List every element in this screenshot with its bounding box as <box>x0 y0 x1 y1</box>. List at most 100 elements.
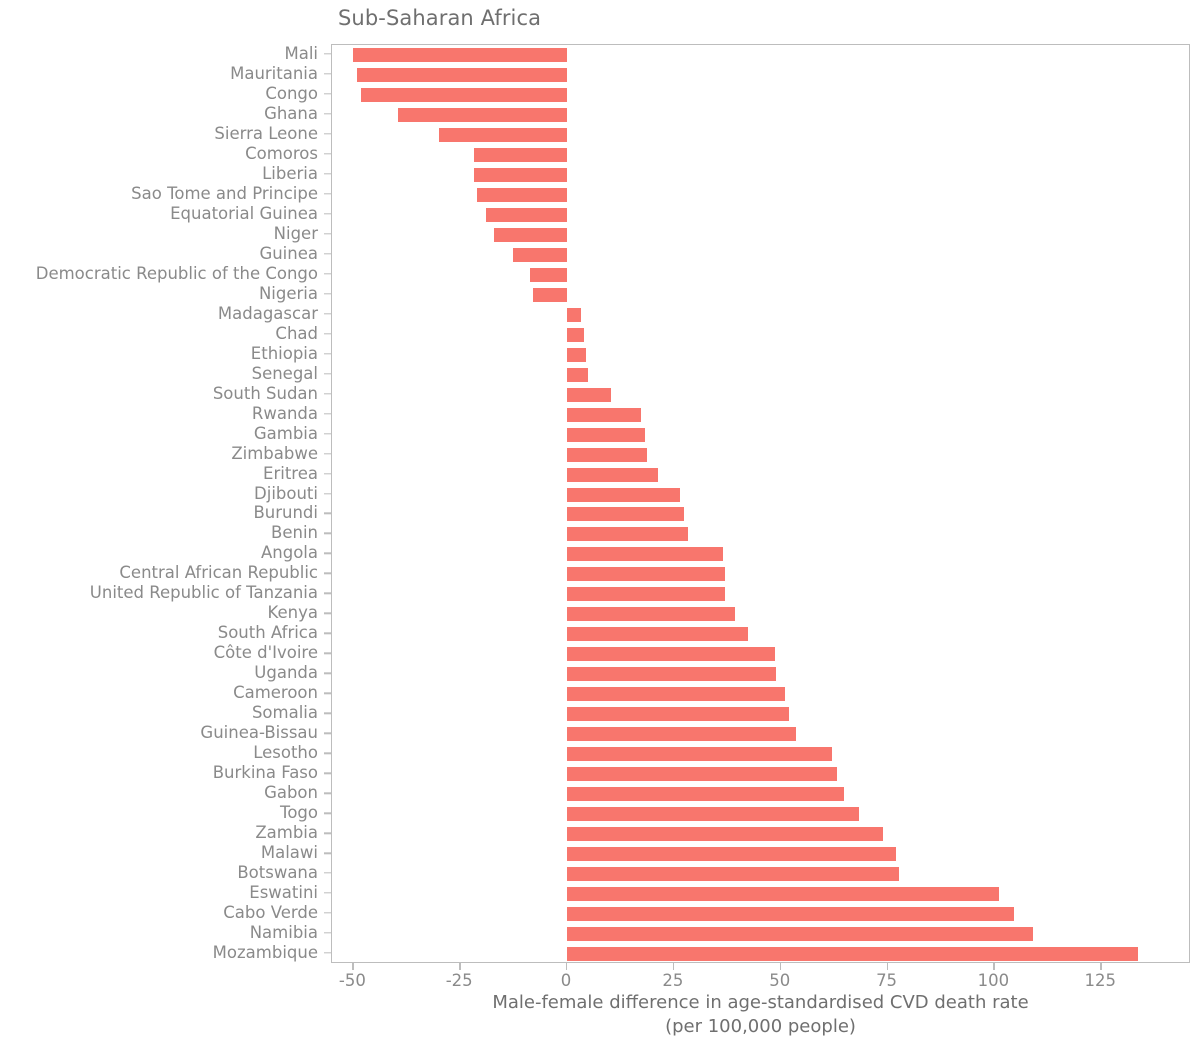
y-tick-label: Angola <box>260 543 318 563</box>
x-tick-mark <box>459 963 461 970</box>
bar[interactable] <box>567 627 748 642</box>
bar[interactable] <box>485 207 568 222</box>
bar[interactable] <box>567 887 999 902</box>
bar[interactable] <box>567 767 838 782</box>
y-tick-label: Somalia <box>251 703 318 723</box>
y-tick-mark <box>324 253 331 255</box>
y-tick-label: Eswatini <box>249 882 318 902</box>
bar[interactable] <box>567 467 658 482</box>
y-tick-mark <box>324 872 331 874</box>
bar[interactable] <box>474 147 568 162</box>
x-axis-title-line1: Male-female difference in age-standardis… <box>492 992 1029 1013</box>
x-tick-label: 0 <box>560 971 572 990</box>
bar[interactable] <box>353 47 568 62</box>
bar[interactable] <box>567 667 776 682</box>
y-tick-mark <box>324 772 331 774</box>
bar[interactable] <box>567 807 860 822</box>
y-tick-mark <box>324 892 331 894</box>
x-tick-label: 25 <box>662 971 684 990</box>
y-tick-mark <box>324 432 331 435</box>
x-tick-mark <box>566 963 568 970</box>
bar[interactable] <box>567 407 641 422</box>
y-tick-mark <box>324 492 331 495</box>
bar[interactable] <box>567 507 685 522</box>
bar[interactable] <box>474 167 568 182</box>
bar[interactable] <box>567 927 1033 942</box>
chart-figure: Sub-Saharan Africa Mali Mauritania Congo Gh… <box>0 0 1200 1052</box>
bar[interactable] <box>513 247 568 262</box>
y-tick-mark <box>324 572 331 575</box>
y-tick-label: Togo <box>280 802 318 822</box>
y-tick-mark <box>324 612 331 615</box>
y-tick-label: Eritrea <box>263 463 318 483</box>
bar[interactable] <box>567 827 884 842</box>
y-tick-label: Djibouti <box>254 483 318 503</box>
bar[interactable] <box>494 227 568 242</box>
bar[interactable] <box>567 687 785 702</box>
y-tick-mark <box>324 73 331 75</box>
y-tick-mark <box>324 652 331 655</box>
y-tick-label: Benin <box>271 523 318 543</box>
bar[interactable] <box>567 867 899 882</box>
y-tick-label: Rwanda <box>251 403 318 423</box>
y-tick-label: Namibia <box>249 922 318 942</box>
bar[interactable] <box>567 727 797 742</box>
x-tick-mark <box>352 963 354 970</box>
bar[interactable] <box>533 287 568 302</box>
y-tick-label: Guinea-Bissau <box>200 723 318 742</box>
y-tick-label: Côte d'Ivoire <box>213 643 318 663</box>
y-tick-label: Kenya <box>267 603 318 623</box>
y-tick-label: Senegal <box>251 363 318 383</box>
bar[interactable] <box>567 527 688 542</box>
bar[interactable] <box>567 847 897 862</box>
bar[interactable] <box>356 67 568 82</box>
bar[interactable] <box>567 747 832 762</box>
y-tick-mark <box>324 692 331 694</box>
bar[interactable] <box>567 387 611 402</box>
y-tick-mark <box>324 532 331 535</box>
chart-title: Sub-Saharan Africa <box>338 6 542 30</box>
y-tick-mark <box>324 93 331 95</box>
plot-area <box>331 44 1190 963</box>
y-tick-label: Zimbabwe <box>231 443 318 463</box>
bar[interactable] <box>567 547 723 562</box>
y-tick-label: Niger <box>273 223 318 243</box>
bar[interactable] <box>567 707 790 722</box>
bar[interactable] <box>567 947 1138 961</box>
y-tick-mark <box>324 293 331 295</box>
bar[interactable] <box>567 367 588 382</box>
y-tick-label: Congo <box>265 83 318 103</box>
y-tick-mark <box>324 932 331 934</box>
y-tick-mark <box>324 672 331 675</box>
bar[interactable] <box>567 347 587 362</box>
y-tick-mark <box>324 133 331 135</box>
y-tick-mark <box>324 193 331 195</box>
bar[interactable] <box>477 187 568 202</box>
y-tick-mark <box>324 552 331 555</box>
bar[interactable] <box>360 87 568 102</box>
bar[interactable] <box>567 427 645 442</box>
bar[interactable] <box>530 267 568 282</box>
x-tick-label: -25 <box>445 971 473 990</box>
bar[interactable] <box>567 607 735 622</box>
y-tick-label: Sao Tome and Principe <box>131 183 318 203</box>
y-tick-mark <box>324 712 331 714</box>
bar[interactable] <box>567 587 726 602</box>
y-tick-label: Mali <box>284 43 318 63</box>
bar[interactable] <box>567 307 582 322</box>
y-tick-label: Uganda <box>254 663 318 683</box>
bar[interactable] <box>567 787 844 802</box>
bar[interactable] <box>567 487 681 502</box>
bar[interactable] <box>398 107 568 122</box>
y-tick-label: Liberia <box>262 163 318 183</box>
bar[interactable] <box>567 647 775 662</box>
x-tick-label: 75 <box>876 971 898 990</box>
bar[interactable] <box>567 567 726 582</box>
y-tick-mark <box>324 273 331 275</box>
bar[interactable] <box>567 327 585 342</box>
bar[interactable] <box>567 447 647 462</box>
x-tick-mark <box>779 963 782 970</box>
x-axis-title: Male-female difference in age-standardis… <box>331 991 1190 1040</box>
bar[interactable] <box>567 907 1014 922</box>
bar[interactable] <box>438 127 568 142</box>
